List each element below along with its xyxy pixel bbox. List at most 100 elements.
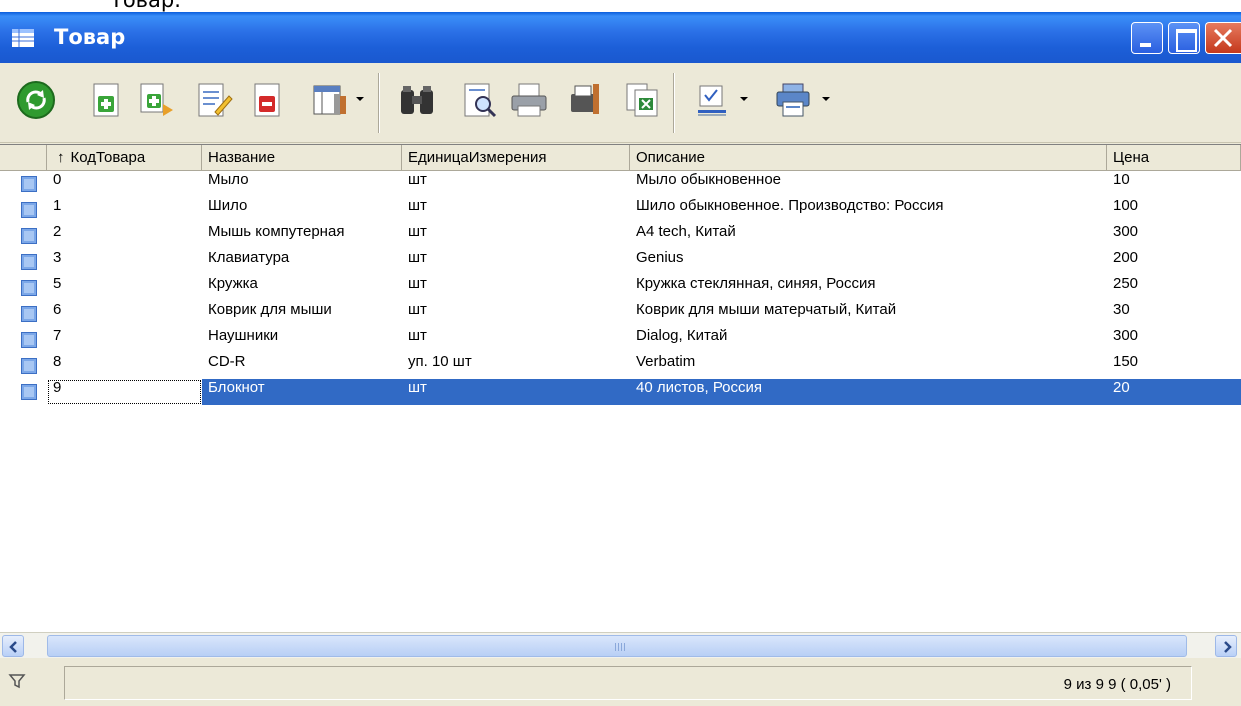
cell-description[interactable]: Мыло обыкновенное [630, 171, 1107, 197]
cell-price[interactable]: 100 [1107, 197, 1241, 223]
cell-description[interactable]: 40 листов, Россия [630, 379, 1107, 405]
status-panel [64, 666, 1192, 700]
cell-description[interactable]: Dialog, Китай [630, 327, 1107, 353]
cell-description[interactable]: Verbatim [630, 353, 1107, 379]
row-selector[interactable] [0, 327, 47, 353]
table-row[interactable]: 2 Мышь компутерная шт A4 tech, Китай 300 [0, 223, 1241, 249]
cell-unit[interactable]: шт [402, 275, 630, 301]
row-selector[interactable] [0, 379, 47, 405]
cell-kod[interactable]: 5 [47, 275, 202, 301]
column-header-name[interactable]: Название [202, 145, 402, 171]
cell-name[interactable]: Наушники [202, 327, 402, 353]
horizontal-scrollbar[interactable] [0, 632, 1241, 658]
maximize-button[interactable] [1168, 22, 1200, 54]
row-selector[interactable] [0, 171, 47, 197]
table-row[interactable]: 9 Блокнот шт 40 листов, Россия 20 [0, 379, 1241, 405]
cell-price[interactable]: 150 [1107, 353, 1241, 379]
cell-price[interactable]: 200 [1107, 249, 1241, 275]
table-row[interactable]: 8 CD-R уп. 10 шт Verbatim 150 [0, 353, 1241, 379]
cell-description[interactable]: Шило обыкновенное. Производство: Россия [630, 197, 1107, 223]
options-dropdown-arrow[interactable] [822, 97, 830, 101]
column-header-kod[interactable]: ↑ КодТовара [47, 145, 202, 171]
cell-description[interactable]: Коврик для мыши матерчатый, Китай [630, 301, 1107, 327]
cell-name[interactable]: Клавиатура [202, 249, 402, 275]
cell-description[interactable]: A4 tech, Китай [630, 223, 1107, 249]
column-header-unit[interactable]: ЕдиницаИзмерения [402, 145, 630, 171]
scroll-left-button[interactable] [2, 635, 24, 657]
edit-record-icon[interactable] [193, 80, 233, 120]
scroll-thumb[interactable] [47, 635, 1187, 657]
cell-unit[interactable]: шт [402, 301, 630, 327]
cell-description[interactable]: Кружка стеклянная, синяя, Россия [630, 275, 1107, 301]
cell-unit[interactable]: шт [402, 249, 630, 275]
cell-unit[interactable]: шт [402, 327, 630, 353]
select-view-icon[interactable] [692, 80, 732, 120]
delete-record-icon[interactable] [247, 80, 287, 120]
cell-price[interactable]: 20 [1107, 379, 1241, 405]
row-selector[interactable] [0, 275, 47, 301]
cell-kod[interactable]: 6 [47, 301, 202, 327]
cell-kod[interactable]: 3 [47, 249, 202, 275]
column-header-description[interactable]: Описание [630, 145, 1107, 171]
cell-kod[interactable]: 0 [47, 171, 202, 197]
row-selector[interactable] [0, 249, 47, 275]
cell-kod[interactable]: 1 [47, 197, 202, 223]
table-row[interactable]: 3 Клавиатура шт Genius 200 [0, 249, 1241, 275]
options-icon[interactable] [773, 80, 813, 120]
table-row[interactable]: 5 Кружка шт Кружка стеклянная, синяя, Росси… [0, 275, 1241, 301]
record-count-status: 9 из 9 9 ( 0,05' ) [1063, 676, 1171, 693]
cell-unit[interactable]: шт [402, 223, 630, 249]
minimize-button[interactable] [1131, 22, 1163, 54]
cell-kod[interactable]: 8 [47, 353, 202, 379]
view-dropdown-arrow[interactable] [740, 97, 748, 101]
cell-unit[interactable]: шт [402, 171, 630, 197]
row-selector[interactable] [0, 197, 47, 223]
print-icon[interactable] [509, 80, 549, 120]
scroll-right-button[interactable] [1215, 635, 1237, 657]
cell-name[interactable]: Мышь компутерная [202, 223, 402, 249]
row-selector[interactable] [0, 353, 47, 379]
preview-icon[interactable] [459, 80, 499, 120]
export-excel-icon[interactable] [623, 80, 663, 120]
table-row[interactable]: 6 Коврик для мыши шт Коврик для мыши матерч… [0, 301, 1241, 327]
cell-kod[interactable]: 2 [47, 223, 202, 249]
row-selector[interactable] [0, 223, 47, 249]
close-icon [1213, 28, 1233, 48]
table-row[interactable]: 1 Шило шт Шило обыкновенное. Производство: … [0, 197, 1241, 223]
column-header-price[interactable]: Цена [1107, 145, 1241, 171]
toolbar-separator [378, 73, 380, 133]
cell-name[interactable]: Шило [202, 197, 402, 223]
cell-unit[interactable]: шт [402, 197, 630, 223]
cell-price[interactable]: 30 [1107, 301, 1241, 327]
cell-kod[interactable]: 9 [47, 379, 202, 405]
cell-unit[interactable]: уп. 10 шт [402, 353, 630, 379]
cell-name[interactable]: Коврик для мыши [202, 301, 402, 327]
scroll-grip [615, 643, 625, 651]
row-selector[interactable] [0, 301, 47, 327]
cell-kod[interactable]: 7 [47, 327, 202, 353]
print-settings-icon[interactable] [565, 80, 605, 120]
cell-name[interactable]: Кружка [202, 275, 402, 301]
cell-name[interactable]: CD-R [202, 353, 402, 379]
copy-record-icon[interactable] [137, 80, 177, 120]
cell-unit[interactable]: шт [402, 379, 630, 405]
data-grid[interactable]: ↑ КодТовара Название ЕдиницаИзмерения Опи… [0, 144, 1241, 632]
refresh-icon[interactable] [16, 80, 56, 120]
table-row[interactable]: 7 Наушники шт Dialog, Китай 300 [0, 327, 1241, 353]
cell-price[interactable]: 250 [1107, 275, 1241, 301]
cell-description[interactable]: Genius [630, 249, 1107, 275]
columns-dropdown-arrow[interactable] [356, 97, 364, 101]
filter-funnel-icon[interactable] [8, 672, 26, 690]
cell-price[interactable]: 300 [1107, 327, 1241, 353]
cell-price[interactable]: 300 [1107, 223, 1241, 249]
close-button[interactable] [1205, 22, 1241, 54]
new-record-icon[interactable] [86, 80, 126, 120]
find-binoculars-icon[interactable] [397, 80, 437, 120]
cell-name[interactable]: Блокнот [202, 379, 402, 405]
title-bar[interactable]: Товар [0, 12, 1241, 63]
table-row[interactable]: 0 Мыло шт Мыло обыкновенное 10 [0, 171, 1241, 197]
cell-price[interactable]: 10 [1107, 171, 1241, 197]
columns-settings-icon[interactable] [310, 80, 350, 120]
grid-header: ↑ КодТовара Название ЕдиницаИзмерения Опи… [0, 145, 1241, 171]
cell-name[interactable]: Мыло [202, 171, 402, 197]
